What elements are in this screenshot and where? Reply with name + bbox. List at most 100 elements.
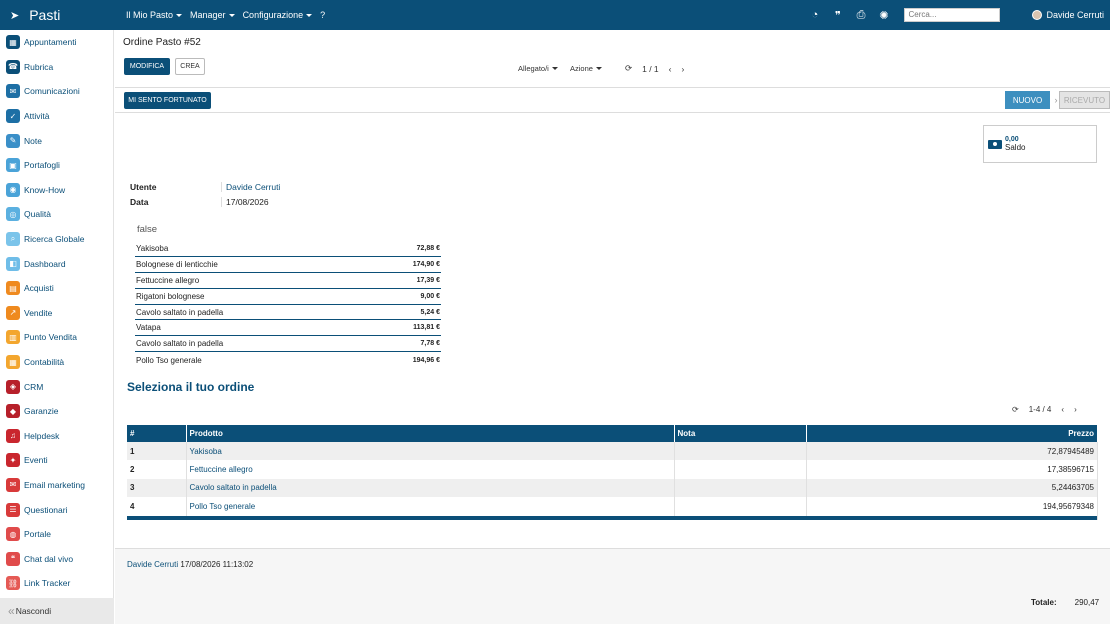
shield-icon: ◆ (6, 404, 20, 419)
table-row[interactable]: 2 Fettuccine allegro 17,38596715 (127, 460, 1098, 479)
sidebar-item-label: Portale (24, 529, 51, 540)
list-item-price: 174,90 € (412, 260, 440, 268)
menu-il-mio-pasto[interactable]: Il Mio Pasto (126, 10, 183, 20)
chevron-right-icon[interactable]: › (1074, 405, 1077, 414)
sidebar-item[interactable]: ❝ Chat dal vivo (0, 546, 113, 571)
refresh-icon[interactable]: ⟳ (1012, 405, 1019, 414)
spinner-icon[interactable]: ✺ (877, 9, 890, 22)
attachments-dropdown[interactable]: Allegato/i (518, 64, 558, 73)
dashboard-icon: ◧ (6, 256, 20, 271)
chevron-left-icon[interactable]: ‹ (669, 64, 672, 74)
sidebar-item[interactable]: ◎ Qualità (0, 202, 113, 227)
sidebar-item[interactable]: ◆ Garanzie (0, 399, 113, 424)
note-icon: ✎ (6, 133, 20, 148)
sidebar-item[interactable]: ☰ Questionari (0, 497, 113, 522)
pager-value: 1 / 1 (642, 63, 659, 74)
double-chevron-left-icon: « (8, 604, 14, 618)
sidebar-item[interactable]: ◍ Portale (0, 522, 113, 547)
table-row[interactable]: 3 Cavolo saltato in padella 5,24463705 (127, 478, 1098, 498)
quality-icon: ◎ (6, 207, 20, 222)
chat-bubbles-icon[interactable]: ❞ (831, 9, 844, 22)
user-name[interactable]: Davide Cerruti (1046, 10, 1104, 20)
edit-button[interactable]: MODIFICA (124, 58, 170, 75)
sidebar-item[interactable]: ⌕ Ricerca Globale (0, 227, 113, 252)
help-menu[interactable]: ? (320, 10, 325, 20)
sidebar-item[interactable]: ▦ Contabilità (0, 350, 113, 375)
column-header-number[interactable]: # (127, 425, 187, 442)
sidebar-item[interactable]: ✉ Email marketing (0, 473, 113, 498)
sidebar-item[interactable]: ▣ Portafogli (0, 153, 113, 178)
row-product[interactable]: Cavolo saltato in padella (186, 478, 675, 498)
sidebar-item-label: Helpdesk (24, 430, 60, 441)
sidebar-item[interactable]: ♫ Helpdesk (0, 424, 113, 449)
brand[interactable]: ➤ Pasti (0, 7, 118, 23)
action-dropdown[interactable]: Azione (570, 64, 602, 73)
stage-nuovo[interactable]: NUOVO (1005, 91, 1050, 109)
saldo-button[interactable]: 0,00 Saldo (983, 125, 1097, 163)
sidebar-item[interactable]: ◈ CRM (0, 374, 113, 399)
chevron-right-icon[interactable]: › (682, 64, 685, 74)
sidebar-item[interactable]: ✎ Note (0, 128, 113, 153)
row-price: 17,38596715 (806, 460, 1098, 479)
caret-down-icon (306, 13, 313, 17)
list-item-price: 17,39 € (416, 276, 440, 284)
row-product[interactable]: Pollo Tso generale (186, 497, 675, 516)
avatar[interactable] (1032, 10, 1043, 20)
email-icon: ✉ (6, 477, 20, 492)
sidebar-item[interactable]: ▦ Appuntamenti (0, 30, 113, 55)
create-button[interactable]: CREA (175, 58, 205, 75)
list-item-name: Yakisoba (136, 243, 169, 253)
footer-user[interactable]: Davide Cerruti (127, 560, 178, 569)
sidebar-item[interactable]: ◉ Know-How (0, 178, 113, 203)
menu-configurazione[interactable]: Configurazione (243, 10, 313, 20)
list-item: Rigatoni bolognese 9,00 € (135, 289, 441, 305)
know-how-icon: ◉ (6, 182, 20, 197)
sidebar-item-label: Chat dal vivo (24, 553, 74, 564)
sidebar-item[interactable]: ⛓ Link Tracker (0, 571, 113, 596)
refresh-icon[interactable]: ⟳ (625, 63, 632, 74)
sidebar-item[interactable]: ✓ Attività (0, 104, 113, 129)
hide-sidebar-button[interactable]: « Nascondi (0, 598, 114, 624)
crm-icon: ◈ (6, 379, 20, 394)
main-content: Ordine Pasto #52 MODIFICA CREA Allegato/… (115, 30, 1110, 624)
lucky-button[interactable]: MI SENTO FORTUNATO (124, 92, 211, 109)
sidebar-item-label: Comunicazioni (24, 86, 80, 97)
list-item-name: Vatapa (136, 323, 161, 333)
list-item-price: 113,81 € (413, 324, 440, 332)
list-item-name: Cavolo saltato in padella (136, 339, 224, 349)
row-note (674, 460, 807, 479)
sidebar-item[interactable]: ▥ Punto Vendita (0, 325, 113, 350)
sidebar-item[interactable]: ◧ Dashboard (0, 251, 113, 276)
check-icon: ✓ (6, 109, 20, 124)
sidebar-item[interactable]: ▤ Acquisti (0, 276, 113, 301)
sidebar-item[interactable]: ✉ Comunicazioni (0, 79, 113, 104)
chevron-left-icon[interactable]: ‹ (1061, 405, 1064, 414)
rocket-icon: ➤ (10, 9, 20, 22)
user-value[interactable]: Davide Cerruti (221, 182, 280, 192)
caret-down-icon (228, 13, 235, 17)
print-icon[interactable]: ⎙ (854, 9, 867, 22)
table-row[interactable]: 1 Yakisoba 72,87945489 (127, 442, 1098, 461)
sidebar-item-label: Dashboard (24, 258, 66, 269)
sidebar-item-label: Eventi (24, 455, 48, 466)
column-header-price[interactable]: Prezzo (806, 425, 1098, 442)
stage-ricevuto[interactable]: RICEVUTO (1059, 91, 1110, 109)
column-header-note[interactable]: Nota (674, 425, 807, 442)
list-item: Cavolo saltato in padella 7,78 € (135, 336, 441, 353)
table-row[interactable]: 4 Pollo Tso generale 194,95679348 (127, 497, 1098, 516)
sidebar-item[interactable]: ☎ Rubrica (0, 55, 113, 80)
menu-manager[interactable]: Manager (190, 10, 235, 20)
search-input[interactable]: Cerca... (904, 8, 1001, 22)
column-header-product[interactable]: Prodotto (186, 425, 675, 442)
row-product[interactable]: Fettuccine allegro (186, 460, 675, 479)
sidebar-item-label: Email marketing (24, 479, 85, 490)
list-item: Yakisoba 72,88 € (135, 241, 441, 257)
sidebar-item[interactable]: ✦ Eventi (0, 448, 113, 473)
breadcrumb[interactable]: Ordine Pasto #52 (123, 37, 201, 48)
row-price: 5,24463705 (806, 478, 1098, 498)
chat-icon: ✉ (6, 84, 20, 99)
timer-icon[interactable]: ◔ (808, 9, 821, 21)
control-panel: Ordine Pasto #52 MODIFICA CREA Allegato/… (115, 30, 1110, 88)
sidebar-item[interactable]: ↗ Vendite (0, 301, 113, 326)
row-product[interactable]: Yakisoba (186, 442, 675, 461)
